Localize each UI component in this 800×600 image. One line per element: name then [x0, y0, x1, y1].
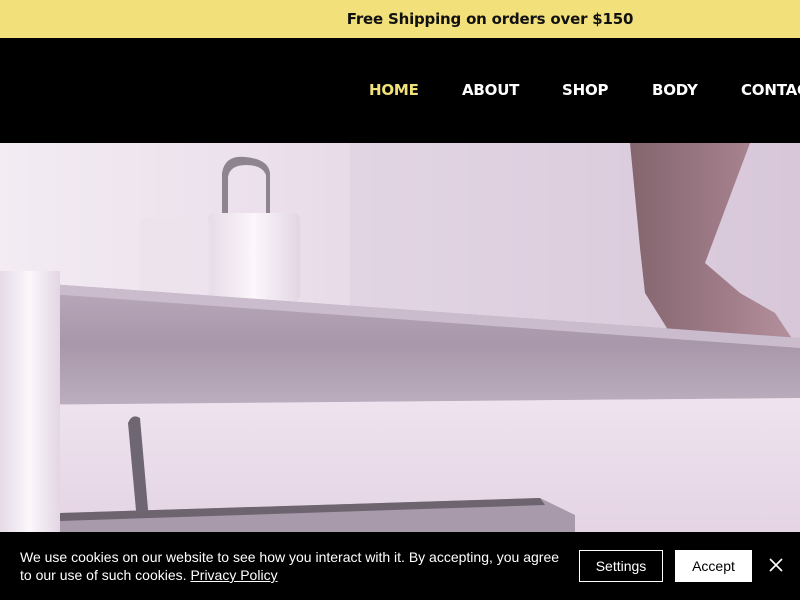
nav-item-home[interactable]: HOME — [369, 81, 419, 99]
nav-item-body[interactable]: BODY — [652, 81, 698, 99]
cookie-close-button[interactable] — [766, 555, 786, 575]
bathroom-counter-photo — [0, 143, 800, 532]
hero-image — [0, 143, 800, 532]
cookie-settings-button[interactable]: Settings — [579, 550, 663, 582]
cookie-message-text: We use cookies on our website to see how… — [20, 549, 560, 583]
close-icon — [769, 558, 783, 572]
site-header: HOME ABOUT SHOP BODY CONTACT — [0, 38, 800, 143]
nav-item-contact[interactable]: CONTACT — [741, 81, 800, 99]
cookie-message: We use cookies on our website to see how… — [20, 548, 560, 584]
cookie-accept-button[interactable]: Accept — [675, 550, 752, 582]
promo-bar: Free Shipping on orders over $150 — [0, 0, 800, 38]
privacy-policy-link[interactable]: Privacy Policy — [190, 567, 277, 583]
nav-item-about[interactable]: ABOUT — [462, 81, 519, 99]
cookie-banner: We use cookies on our website to see how… — [0, 532, 800, 600]
main-nav: HOME ABOUT SHOP BODY CONTACT — [0, 38, 800, 143]
nav-item-shop[interactable]: SHOP — [562, 81, 609, 99]
promo-text: Free Shipping on orders over $150 — [346, 10, 634, 28]
